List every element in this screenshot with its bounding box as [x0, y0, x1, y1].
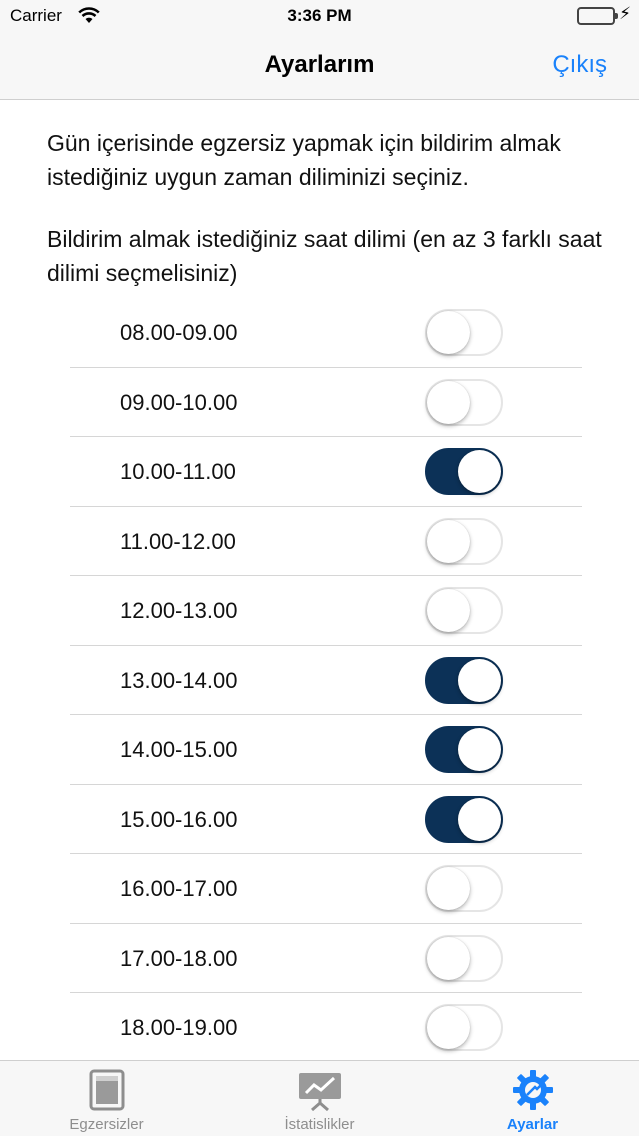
time-slot-row: 15.00-16.00: [70, 785, 582, 854]
book-icon: [88, 1069, 126, 1111]
toggle-knob: [427, 589, 470, 632]
time-slot-row: 17.00-18.00: [70, 924, 582, 993]
logout-button[interactable]: Çıkış: [552, 51, 607, 79]
time-slot-toggle[interactable]: [425, 587, 503, 634]
time-slot-row: 18.00-19.00: [70, 993, 582, 1060]
time-slot-label: 13.00-14.00: [120, 667, 238, 693]
time-slot-row: 11.00-12.00: [70, 507, 582, 576]
time-slot-label: 17.00-18.00: [120, 945, 238, 971]
time-slot-row: 08.00-09.00: [70, 298, 582, 368]
time-slot-toggle[interactable]: [425, 865, 503, 912]
time-slot-label: 12.00-13.00: [120, 598, 238, 623]
toggle-knob: [427, 380, 470, 424]
status-bar: Carrier 3:36 PM ⚡: [0, 0, 639, 34]
time-slot-toggle[interactable]: [425, 448, 503, 495]
toggle-knob: [427, 519, 470, 563]
tab-ayarlar[interactable]: Ayarlar: [426, 1061, 639, 1137]
time-slot-row: 13.00-14.00: [70, 646, 582, 715]
tab-label: Egzersizler: [69, 1116, 144, 1133]
time-slot-row: 10.00-11.00: [70, 437, 582, 507]
time-slot-label: 16.00-17.00: [120, 876, 238, 901]
time-slot-toggle[interactable]: [425, 934, 503, 982]
time-slot-label: 11.00-12.00: [120, 528, 236, 554]
time-slot-list: 08.00-09.00 09.00-10.00 10.00-11.00 11.0…: [70, 298, 582, 1060]
toggle-knob: [427, 1006, 470, 1049]
gear-icon: [513, 1069, 553, 1111]
time-slot-label: 10.00-11.00: [120, 459, 236, 484]
toggle-knob: [458, 450, 501, 493]
navigation-bar: Ayarlarım Çıkış: [0, 34, 639, 100]
time-slot-toggle[interactable]: [425, 517, 503, 565]
time-slot-instructions: Bildirim almak istediğiniz saat dilimi (…: [47, 226, 602, 286]
tab-istatislikler[interactable]: İstatislikler: [213, 1061, 426, 1137]
toggle-knob: [458, 797, 501, 841]
time-slot-toggle[interactable]: [425, 795, 503, 843]
tab-bar: Egzersizler İstatislikler Ayarlar: [0, 1060, 639, 1136]
tab-label: Ayarlar: [506, 1116, 559, 1133]
time-slot-row: 12.00-13.00: [70, 576, 582, 646]
toggle-knob: [427, 867, 470, 910]
time-slot-row: 14.00-15.00: [70, 715, 582, 785]
time-slot-toggle[interactable]: [425, 656, 503, 704]
toggle-knob: [458, 728, 501, 771]
tab-egzersizler[interactable]: Egzersizler: [0, 1061, 213, 1137]
time-slot-label: 15.00-16.00: [120, 806, 238, 832]
settings-content[interactable]: Gün içerisinde egzersiz yapmak için bild…: [0, 100, 639, 1060]
chart-board-icon: [299, 1069, 341, 1112]
time-slot-label: 14.00-15.00: [120, 737, 238, 762]
status-time: 3:36 PM: [287, 6, 352, 25]
time-slot-row: 09.00-10.00: [70, 368, 582, 437]
tab-label: İstatislikler: [284, 1116, 355, 1133]
page-title: Ayarlarım: [264, 51, 375, 78]
time-slot-label: 09.00-10.00: [120, 389, 238, 415]
time-slot-row: 16.00-17.00: [70, 854, 582, 924]
time-slot-toggle[interactable]: [425, 1004, 503, 1051]
time-slot-toggle[interactable]: [425, 726, 503, 773]
toggle-knob: [458, 658, 501, 702]
time-slot-label: 08.00-09.00: [120, 320, 238, 345]
time-slot-toggle[interactable]: [425, 309, 503, 356]
settings-description: Gün içerisinde egzersiz yapmak için bild…: [47, 130, 561, 190]
time-slot-label: 18.00-19.00: [120, 1015, 238, 1040]
toggle-knob: [427, 936, 470, 980]
time-slot-toggle[interactable]: [425, 378, 503, 426]
toggle-knob: [427, 311, 470, 354]
battery-icon: [577, 7, 618, 25]
charging-icon: ⚡: [619, 4, 631, 23]
